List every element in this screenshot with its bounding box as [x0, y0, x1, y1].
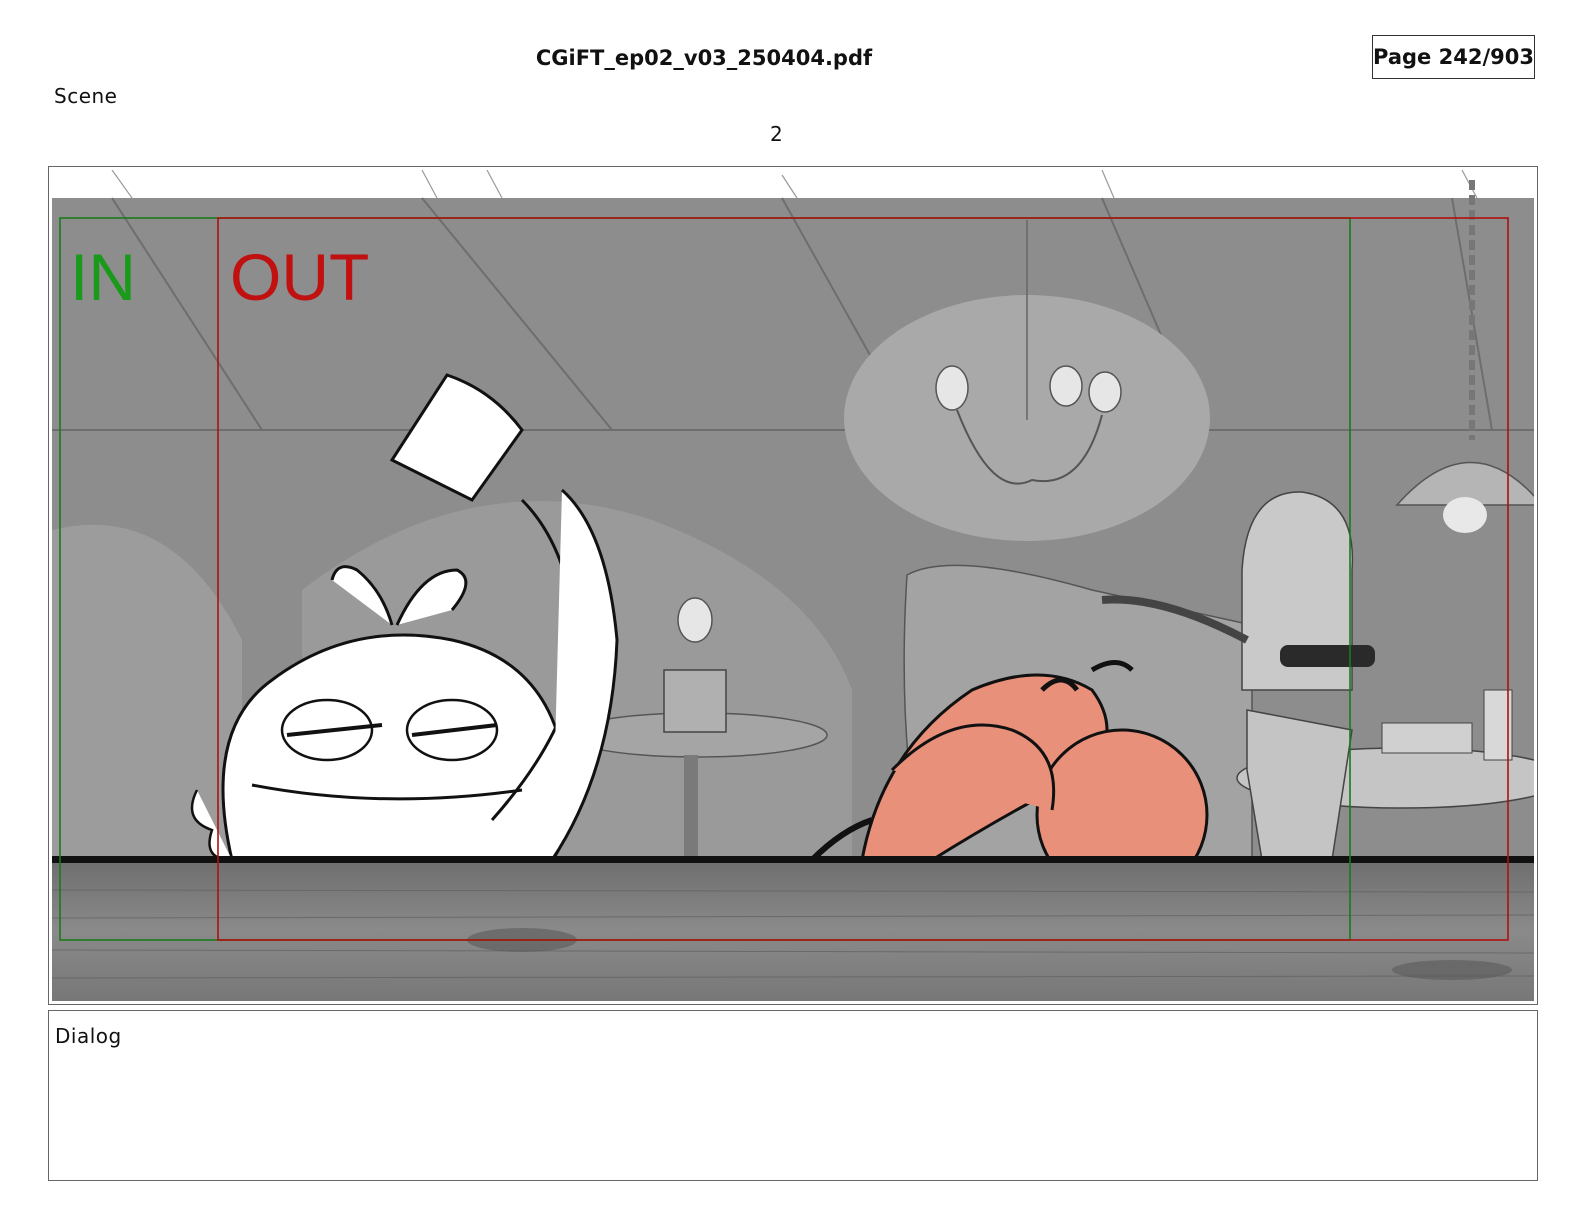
- in-marker: IN: [70, 240, 136, 314]
- page-indicator: Page 242/903: [1372, 35, 1535, 79]
- document-title: CGiFT_ep02_v03_250404.pdf: [535, 46, 873, 70]
- storyboard-panel-frame: IN OUT: [48, 166, 1538, 1005]
- scene-number: 2: [770, 122, 783, 146]
- dialog-box: Dialog: [48, 1010, 1538, 1181]
- out-marker: OUT: [230, 240, 369, 314]
- storyboard-panel-image: IN OUT: [52, 170, 1534, 1001]
- scene-label: Scene: [54, 84, 118, 108]
- dialog-label: Dialog: [55, 1024, 122, 1048]
- bar-counter: [52, 860, 1534, 1001]
